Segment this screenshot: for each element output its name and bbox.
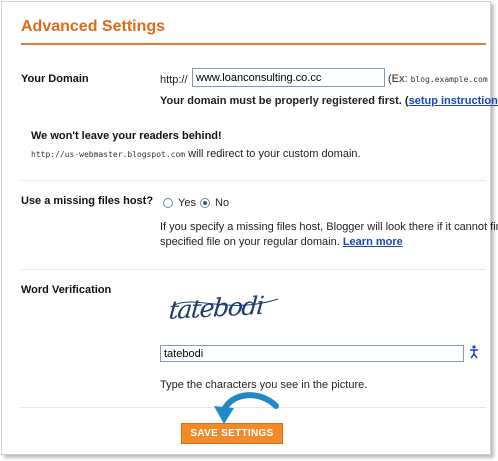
domain-prefix: http:// xyxy=(160,74,188,86)
domain-example-lead: (Ex: xyxy=(388,73,408,85)
save-settings-button[interactable]: SAVE SETTINGS xyxy=(181,423,283,444)
radio-yes-label: Yes xyxy=(178,197,196,209)
captcha-image: tatebodi xyxy=(168,287,286,329)
word-verification-input[interactable] xyxy=(160,345,464,362)
missing-host-desc-2-text: specified file on your regular domain. xyxy=(160,236,340,248)
domain-note: Your domain must be properly registered … xyxy=(160,95,498,107)
domain-input[interactable] xyxy=(192,68,385,87)
learn-more-link[interactable]: Learn more xyxy=(343,236,403,248)
domain-label: Your Domain xyxy=(21,73,89,85)
captcha-word: tatebodi xyxy=(168,291,266,325)
domain-example-host: blog.example.com xyxy=(410,75,488,84)
redirect-note: http://us-webmaster.blogspot.com will re… xyxy=(31,148,361,160)
radio-no[interactable] xyxy=(200,198,210,208)
missing-host-desc-1: If you specify a missing files host, Blo… xyxy=(160,221,498,233)
accessibility-icon[interactable] xyxy=(468,345,480,359)
setup-instructions-link[interactable]: setup instructions xyxy=(409,95,498,107)
settings-panel: Advanced Settings Your Domain http:// (E… xyxy=(1,1,498,455)
title-divider xyxy=(21,43,486,45)
curved-arrow-icon xyxy=(214,392,279,424)
missing-host-desc-2: specified file on your regular domain. L… xyxy=(160,236,403,248)
missing-host-label: Use a missing files host? xyxy=(21,195,154,207)
radio-yes[interactable] xyxy=(163,198,173,208)
redirect-text: will redirect to your custom domain. xyxy=(185,148,361,160)
page-title: Advanced Settings xyxy=(21,18,166,35)
section-divider xyxy=(21,180,486,181)
domain-note-text: Your domain must be properly registered … xyxy=(160,95,409,107)
domain-example: (Ex: blog.example.com xyxy=(388,73,488,85)
redirect-url: http://us-webmaster.blogspot.com xyxy=(31,150,186,159)
redirect-heading: We won't leave your readers behind! xyxy=(31,130,222,142)
section-divider xyxy=(21,269,486,270)
radio-no-label: No xyxy=(215,197,230,209)
word-verification-label: Word Verification xyxy=(21,284,112,296)
